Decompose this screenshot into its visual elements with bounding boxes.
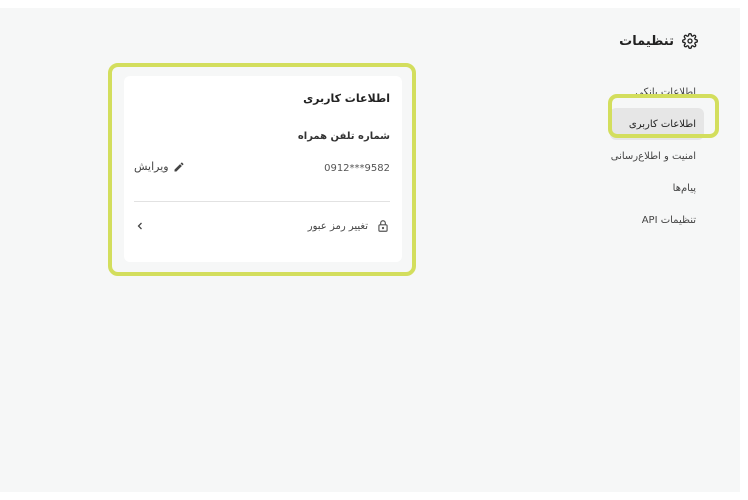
chevron-left-icon bbox=[134, 220, 146, 232]
pencil-icon bbox=[173, 161, 185, 173]
phone-value: 0912***9582 bbox=[324, 163, 390, 174]
sidebar-item-security-notifications[interactable]: امنیت و اطلاع‌رسانی bbox=[564, 140, 704, 172]
user-info-card: اطلاعات کاربری شماره تلفن همراه 0912***9… bbox=[124, 76, 402, 262]
phone-label: شماره تلفن همراه bbox=[297, 131, 390, 142]
sidebar-title: تنظیمات bbox=[619, 33, 674, 49]
page-background: تنظیمات اطلاعات بانکی اطلاعات کاربری امن… bbox=[0, 8, 740, 492]
settings-menu: اطلاعات بانکی اطلاعات کاربری امنیت و اطل… bbox=[564, 76, 704, 236]
sidebar-item-user-info[interactable]: اطلاعات کاربری bbox=[610, 108, 704, 140]
sidebar-header: تنظیمات bbox=[564, 16, 704, 66]
divider bbox=[134, 201, 390, 202]
change-password-label: تغییر رمز عبور bbox=[307, 220, 368, 232]
sidebar-item-label: اطلاعات کاربری bbox=[628, 118, 696, 130]
edit-phone-button[interactable]: ویرایش bbox=[134, 160, 185, 173]
settings-sidebar: تنظیمات اطلاعات بانکی اطلاعات کاربری امن… bbox=[564, 16, 704, 236]
sidebar-item-bank-info[interactable]: اطلاعات بانکی bbox=[564, 76, 704, 108]
change-password-content: تغییر رمز عبور bbox=[308, 219, 390, 233]
gear-icon bbox=[682, 33, 698, 49]
lock-icon bbox=[376, 219, 390, 233]
change-password-row[interactable]: تغییر رمز عبور bbox=[134, 214, 390, 238]
sidebar-item-messages[interactable]: پیام‌ها bbox=[564, 172, 704, 204]
card-title: اطلاعات کاربری bbox=[303, 92, 390, 105]
sidebar-item-label: امنیت و اطلاع‌رسانی bbox=[610, 150, 696, 162]
edit-label: ویرایش bbox=[134, 160, 169, 173]
sidebar-item-label: تنظیمات API bbox=[641, 214, 696, 226]
sidebar-item-api-settings[interactable]: تنظیمات API bbox=[564, 204, 704, 236]
sidebar-item-label: اطلاعات بانکی bbox=[635, 86, 696, 98]
sidebar-item-label: پیام‌ها bbox=[672, 182, 696, 194]
